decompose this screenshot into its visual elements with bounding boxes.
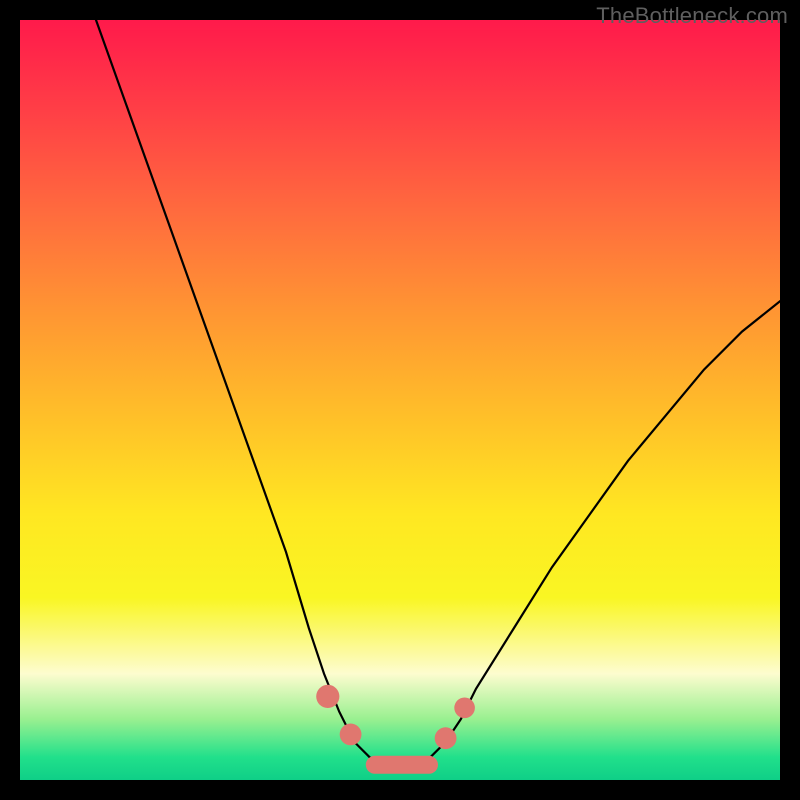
right-shoulder-high-marker xyxy=(454,698,475,719)
plot-area xyxy=(20,20,780,780)
marker-layer xyxy=(316,685,475,774)
bottleneck-curve-path xyxy=(96,20,780,765)
left-shoulder-bottom-marker xyxy=(340,724,362,746)
bottleneck-curve-svg xyxy=(20,20,780,780)
right-shoulder-low-marker xyxy=(435,727,457,749)
trough-marker xyxy=(366,756,438,774)
chart-frame: TheBottleneck.com xyxy=(0,0,800,800)
attribution-watermark: TheBottleneck.com xyxy=(596,3,788,29)
left-shoulder-top-marker xyxy=(316,685,339,708)
